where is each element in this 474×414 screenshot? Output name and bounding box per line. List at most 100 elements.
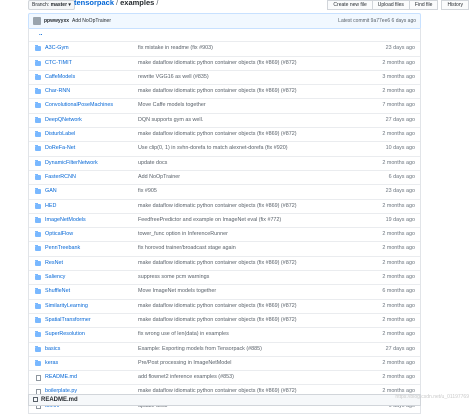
commit-message-link[interactable]: fix horovod trainer/broadcast stage agai…: [138, 242, 236, 255]
commit-message-link[interactable]: fix mistake in readme (fix #903): [138, 42, 213, 55]
commit-age: 2 months ago: [382, 331, 415, 338]
commit-message-link[interactable]: Pre/Post processing in ImageNetModel: [138, 357, 231, 370]
directory-row[interactable]: HED make dataflow idiomatic python contai…: [29, 198, 420, 213]
directory-link[interactable]: DoReFa-Net: [45, 142, 75, 155]
commit-message-link[interactable]: tower_func option in InferenceRunner: [138, 228, 228, 241]
commit-message-link[interactable]: suppress some pcm warnings: [138, 271, 209, 284]
directory-row[interactable]: DoReFa-Net Use clip(0, 1) in svhn-dorefa …: [29, 141, 420, 155]
create-new-file-button[interactable]: Create new file: [327, 0, 373, 10]
directory-row[interactable]: A3C-Gym fix mistake in readme (fix #903) 2…: [29, 41, 420, 55]
commit-age: 2 months ago: [382, 159, 415, 166]
folder-icon: [35, 231, 41, 238]
commit-message-link[interactable]: make dataflow idiomatic python container…: [138, 257, 297, 270]
directory-row[interactable]: SimilarityLearning make dataflow idiomati…: [29, 298, 420, 313]
directory-link[interactable]: keras: [45, 357, 58, 370]
directory-link[interactable]: CaffeModels: [45, 71, 75, 84]
directory-row[interactable]: CTC-TIMIT make dataflow idiomatic python …: [29, 55, 420, 70]
breadcrumb-repo-link[interactable]: tensorpack: [74, 0, 114, 7]
commit-message-link[interactable]: make dataflow idiomatic python container…: [138, 128, 297, 141]
directory-link[interactable]: OpticalFlow: [45, 228, 73, 241]
parent-directory-link[interactable]: ..: [39, 28, 42, 41]
directory-row[interactable]: GAN fix #905 23 days ago: [29, 184, 420, 198]
directory-row[interactable]: Char-RNN make dataflow idiomatic python c…: [29, 84, 420, 98]
directory-row[interactable]: basics Example: Exporting models from Ten…: [29, 341, 420, 356]
branch-select-button[interactable]: Branch: master ▾: [28, 0, 75, 10]
directory-link[interactable]: ConvolutionalPoseMachines: [45, 99, 113, 112]
file-list: .. A3C-Gym fix mistake in readme (fix #90…: [28, 28, 421, 414]
directory-link[interactable]: DynamicFilterNetwork: [45, 157, 98, 170]
directory-row[interactable]: DeepQNetwork DQN supports gym as well. 27 …: [29, 112, 420, 127]
directory-row[interactable]: ConvolutionalPoseMachines Move Caffe mode…: [29, 98, 420, 112]
directory-link[interactable]: SimilarityLearning: [45, 300, 88, 313]
directory-row[interactable]: DisturbLabel make dataflow idiomatic pyth…: [29, 127, 420, 141]
commit-message-link[interactable]: Move Caffe models together: [138, 99, 206, 112]
commit-message-link[interactable]: FeedfreePredictor and example on ImageNe…: [138, 214, 281, 227]
commit-message-link[interactable]: fix #905: [138, 185, 157, 198]
latest-commit-bar: ppwwyyxx Add NoOpTrainer Latest commit 9…: [28, 13, 421, 29]
commit-message-link[interactable]: make dataflow idiomatic python container…: [138, 300, 297, 313]
directory-link[interactable]: ResNet: [45, 257, 63, 270]
directory-link[interactable]: ShuffleNet: [45, 285, 70, 298]
breadcrumb-separator: /: [156, 0, 159, 7]
directory-link[interactable]: FasterRCNN: [45, 171, 76, 184]
directory-link[interactable]: DeepQNetwork: [45, 114, 82, 127]
directory-link[interactable]: DisturbLabel: [45, 128, 75, 141]
commit-message-link[interactable]: rewrite VGG16 as well (#835): [138, 71, 209, 84]
directory-link[interactable]: Saliency: [45, 271, 65, 284]
folder-icon: [35, 102, 41, 109]
directory-row[interactable]: ImageNetModels FeedfreePredictor and exam…: [29, 212, 420, 227]
latest-commit-info[interactable]: Latest commit 9a77ee6 6 days ago: [338, 14, 416, 28]
file-row[interactable]: README.md add flownet2 inference examples…: [29, 370, 420, 384]
directory-row[interactable]: ResNet make dataflow idiomatic python con…: [29, 255, 420, 270]
commit-message-link[interactable]: Example: Exporting models from Tensorpac…: [138, 343, 262, 356]
directory-row[interactable]: keras Pre/Post processing in ImageNetMode…: [29, 355, 420, 370]
directory-link[interactable]: ImageNetModels: [45, 214, 86, 227]
parent-directory-row[interactable]: ..: [29, 28, 420, 41]
directory-row[interactable]: SuperResolution fix wrong use of len(data…: [29, 327, 420, 341]
directory-row[interactable]: ShuffleNet Move ImageNet models together 6…: [29, 284, 420, 298]
commit-age: 10 days ago: [385, 145, 415, 152]
commit-message-link[interactable]: Add NoOpTrainer: [72, 14, 111, 28]
commit-message-link[interactable]: make dataflow idiomatic python container…: [138, 200, 297, 213]
commit-message-link[interactable]: make dataflow idiomatic python container…: [138, 314, 297, 327]
folder-icon: [35, 202, 41, 209]
commit-age: 6 days ago: [388, 173, 415, 180]
commit-message-link[interactable]: Add NoOpTrainer: [138, 171, 180, 184]
commit-message-link[interactable]: Move ImageNet models together: [138, 285, 216, 298]
watermark: https://blog.csdn.net/u_01197769: [395, 394, 469, 400]
folder-icon: [35, 188, 41, 195]
directory-row[interactable]: FasterRCNN Add NoOpTrainer 6 days ago: [29, 169, 420, 184]
commit-message-link[interactable]: make dataflow idiomatic python container…: [138, 57, 297, 70]
directory-row[interactable]: DynamicFilterNetwork update docs 2 months …: [29, 155, 420, 170]
folder-icon: [35, 331, 41, 338]
directory-link[interactable]: basics: [45, 343, 60, 356]
directory-row[interactable]: CaffeModels rewrite VGG16 as well (#835) 3…: [29, 69, 420, 84]
commit-message-link[interactable]: make dataflow idiomatic python container…: [138, 85, 297, 98]
directory-link[interactable]: CTC-TIMIT: [45, 57, 72, 70]
commit-message-link[interactable]: DQN supports gym as well.: [138, 114, 203, 127]
find-file-button[interactable]: Find file: [408, 0, 439, 10]
directory-row[interactable]: PennTreebank fix horovod trainer/broadcas…: [29, 241, 420, 255]
directory-link[interactable]: SpatialTransformer: [45, 314, 91, 327]
commit-message-link[interactable]: fix wrong use of len(data) in examples: [138, 328, 229, 341]
commit-message-link[interactable]: update docs: [138, 157, 167, 170]
upload-files-button[interactable]: Upload files: [371, 0, 410, 10]
file-link[interactable]: README.md: [45, 371, 77, 384]
commit-message-link[interactable]: add flownet2 inference examples (#853): [138, 371, 234, 384]
readme-title: README.md: [41, 397, 78, 403]
directory-link[interactable]: A3C-Gym: [45, 42, 69, 55]
history-button[interactable]: History: [441, 0, 469, 10]
commit-age: 23 days ago: [385, 45, 415, 52]
commit-age: 2 months ago: [382, 88, 415, 95]
directory-row[interactable]: OpticalFlow tower_func option in Inferenc…: [29, 227, 420, 241]
directory-link[interactable]: HED: [45, 200, 56, 213]
directory-link[interactable]: SuperResolution: [45, 328, 85, 341]
commit-author-link[interactable]: ppwwyyxx: [44, 14, 69, 28]
avatar[interactable]: [33, 17, 41, 25]
directory-row[interactable]: Saliency suppress some pcm warnings 2 mont…: [29, 270, 420, 284]
directory-link[interactable]: GAN: [45, 185, 57, 198]
directory-link[interactable]: Char-RNN: [45, 85, 70, 98]
directory-row[interactable]: SpatialTransformer make dataflow idiomati…: [29, 312, 420, 327]
directory-link[interactable]: PennTreebank: [45, 242, 80, 255]
commit-message-link[interactable]: Use clip(0, 1) in svhn-dorefa to match a…: [138, 142, 288, 155]
